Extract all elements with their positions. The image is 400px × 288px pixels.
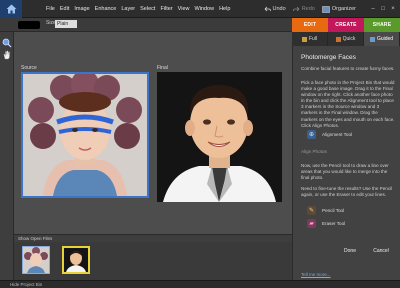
tab-guided[interactable]: Guided <box>364 32 400 46</box>
project-bin <box>14 242 292 280</box>
redacted-tool-icon <box>18 21 40 29</box>
menu-image[interactable]: Image <box>74 6 89 12</box>
alignment-tool-icon: ⊕ <box>307 130 316 139</box>
guided-edit-panel: Photomerge Faces Combine facial features… <box>292 46 400 280</box>
menu-edit[interactable]: Edit <box>60 6 69 12</box>
project-bin-header: Show Open Files <box>14 234 292 242</box>
final-photo-window[interactable] <box>157 72 282 202</box>
done-button[interactable]: Done <box>339 246 361 255</box>
menu-file[interactable]: File <box>46 6 55 12</box>
menu-bar: File Edit Image Enhance Layer Select Fil… <box>0 0 400 18</box>
tab-create[interactable]: CREATE <box>328 18 364 32</box>
edit-subtabs: Full Quick Guided <box>292 32 400 46</box>
maximize-icon[interactable]: □ <box>379 5 387 13</box>
boy-thumbnail-image <box>64 248 88 272</box>
pencil-instructions: Now, use the Pencil tool to draw a line … <box>301 163 389 181</box>
tool-options-bar: Size: Plain <box>0 18 292 32</box>
organizer-icon <box>322 5 330 13</box>
hide-project-bin-toggle[interactable]: Hide Project Bin <box>10 282 42 287</box>
top-right-controls: Undo Redo Organizer – □ × <box>264 0 400 18</box>
home-icon <box>6 4 16 14</box>
show-open-files-dropdown[interactable]: Show Open Files <box>18 236 52 241</box>
source-photo-window[interactable] <box>21 72 149 198</box>
tab-quick[interactable]: Quick <box>328 32 364 46</box>
tab-share[interactable]: SHARE <box>364 18 400 32</box>
close-icon[interactable]: × <box>389 5 397 13</box>
final-label: Final <box>157 65 168 71</box>
redo-button[interactable]: Redo <box>292 6 315 12</box>
zoom-tool-icon[interactable] <box>2 38 12 48</box>
undo-button[interactable]: Undo <box>264 6 286 12</box>
minimize-icon[interactable]: – <box>369 5 377 13</box>
align-photos-button[interactable]: Align Photos <box>301 149 327 154</box>
girl-thumbnail-image <box>23 247 49 273</box>
menu-help[interactable]: Help <box>219 6 230 12</box>
tell-me-more-link[interactable]: Tell me more... <box>301 272 331 277</box>
guided-edit-icon <box>369 36 375 42</box>
quick-edit-icon <box>335 36 341 42</box>
menu-filter[interactable]: Filter <box>160 6 172 12</box>
full-edit-icon <box>301 36 307 42</box>
panel-intro: Combine facial features to create funny … <box>301 66 395 71</box>
size-dropdown[interactable]: Plain <box>55 20 77 28</box>
tab-full[interactable]: Full <box>292 32 328 46</box>
status-bar: Hide Project Bin <box>0 280 400 288</box>
home-button[interactable] <box>0 0 22 18</box>
eraser-icon: ▰ <box>307 219 316 228</box>
pencil-tool-button[interactable]: ✎ Pencil Tool <box>307 206 344 215</box>
menu-view[interactable]: View <box>178 6 190 12</box>
canvas-area: Source Final <box>14 32 292 234</box>
panel-instructions: Pick a face photo in the Project Bin tha… <box>301 80 395 128</box>
source-girl-photo <box>23 74 147 196</box>
cancel-button[interactable]: Cancel <box>369 246 393 255</box>
organizer-button[interactable]: Organizer <box>322 5 356 13</box>
alignment-tool-button[interactable]: ⊕ Alignment Tool <box>307 130 352 139</box>
menu-layer[interactable]: Layer <box>121 6 135 12</box>
hand-tool-icon[interactable] <box>2 50 12 60</box>
menu-enhance[interactable]: Enhance <box>95 6 117 12</box>
toolbox <box>0 32 14 280</box>
eraser-tool-button[interactable]: ▰ Eraser Tool <box>307 219 345 228</box>
bin-thumbnail-boy[interactable] <box>62 246 90 274</box>
finetune-instructions: Need to fine-tune the results? Use the P… <box>301 186 393 198</box>
window-controls: – □ × <box>367 5 397 13</box>
pencil-icon: ✎ <box>307 206 316 215</box>
main-menu: File Edit Image Enhance Layer Select Fil… <box>46 0 235 18</box>
final-boy-photo <box>157 72 282 202</box>
panel-title: Photomerge Faces <box>301 54 356 61</box>
source-label: Source <box>21 65 37 71</box>
bin-thumbnail-girl[interactable] <box>22 246 50 274</box>
mode-tabs: EDIT CREATE SHARE <box>292 18 400 32</box>
menu-select[interactable]: Select <box>140 6 155 12</box>
redo-icon <box>292 6 299 12</box>
undo-icon <box>264 6 271 12</box>
tab-edit[interactable]: EDIT <box>292 18 328 32</box>
menu-window[interactable]: Window <box>195 6 215 12</box>
